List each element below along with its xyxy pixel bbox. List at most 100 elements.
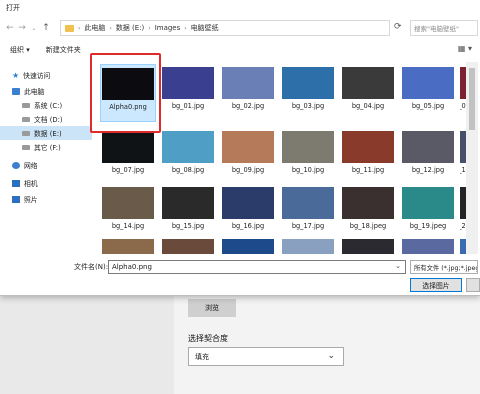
dialog-title: 打开 [6, 4, 20, 12]
new-folder-button[interactable]: 新建文件夹 [46, 45, 81, 55]
sidebar-item[interactable]: 相机 [0, 176, 92, 190]
back-arrow-icon[interactable]: ← [4, 23, 16, 33]
drive-icon [22, 130, 30, 136]
chevron-right-icon: › [184, 24, 187, 32]
file-item[interactable]: bg_11.jpg [340, 128, 396, 186]
sidebar-item-label: 数据 (E:) [34, 130, 62, 138]
file-item[interactable]: bg_08.jpg [160, 128, 216, 186]
chevron-right-icon: › [109, 24, 112, 32]
drive-icon [22, 144, 30, 150]
file-item[interactable]: bg_22.jpg [160, 236, 216, 254]
sidebar-item[interactable]: 文档 (D:) [0, 112, 92, 126]
file-item[interactable]: bg_17.jpg [280, 184, 336, 242]
file-thumbnail [102, 239, 154, 254]
file-name: bg_04.jpg [351, 102, 385, 110]
sidebar-item[interactable]: 系统 (C:) [0, 98, 92, 112]
breadcrumb-wallpapers[interactable]: 电脑壁纸 [191, 23, 219, 33]
search-input[interactable]: 搜索"电脑壁纸" [410, 20, 478, 36]
star-icon: ★ [12, 70, 20, 80]
chevron-down-icon[interactable]: ⌄ [395, 262, 401, 270]
file-thumbnail [102, 131, 154, 163]
file-thumbnail [222, 187, 274, 219]
select-image-button[interactable]: 选择图片 [410, 278, 462, 292]
refresh-icon[interactable]: ⟳ [394, 22, 402, 32]
file-thumbnail [222, 67, 274, 99]
file-grid: Alpha0.png bg_01.jpg bg_02.jpg bg_03.jpg bg_… [96, 62, 466, 254]
file-item[interactable]: bg_01.jpg [160, 64, 216, 122]
forward-arrow-icon[interactable]: → [16, 23, 28, 33]
file-item[interactable]: bg_15.jpg [160, 184, 216, 242]
up-arrow-icon[interactable]: ↑ [40, 23, 52, 33]
file-item[interactable]: bg_24.jpg [280, 236, 336, 254]
file-item[interactable]: Alpha0.png [100, 64, 156, 122]
file-item[interactable]: bg_09.jpg [220, 128, 276, 186]
sidebar-item-label: 文档 (D:) [34, 116, 63, 124]
file-thumbnail [342, 131, 394, 163]
file-thumbnail [162, 131, 214, 163]
sidebar-item[interactable]: 此电脑 [0, 84, 92, 98]
sidebar-item[interactable]: 其它 (F:) [0, 140, 92, 154]
file-item[interactable]: bg_12.jpg [400, 128, 456, 186]
computer-icon [12, 87, 20, 95]
file-name: bg_10.jpg [291, 166, 325, 174]
file-thumbnail [282, 187, 334, 219]
fit-select[interactable]: 填充 ⌄ [188, 347, 344, 366]
navigation-pane: ★ 快速访问此电脑 系统 (C:) 文档 (D:) 数据 (E:) 其它 (F:) 网络相机… [0, 62, 92, 252]
file-thumbnail [282, 67, 334, 99]
file-item[interactable]: bg_19.jpeg [400, 184, 456, 242]
file-thumbnail [282, 239, 334, 254]
file-thumbnail [402, 131, 454, 163]
breadcrumb-drive[interactable]: 数据 (E:) [116, 23, 144, 33]
file-thumbnail [162, 239, 214, 254]
chevron-right-icon: › [78, 24, 81, 32]
sidebar-item[interactable]: 网络 [0, 158, 92, 172]
scrollbar-thumb[interactable] [469, 68, 475, 130]
cancel-button[interactable] [466, 278, 480, 292]
photos-icon [12, 195, 20, 203]
file-name: bg_18.jpeg [349, 222, 387, 230]
file-item[interactable]: bg_25.jpg [340, 236, 396, 254]
file-name: bg_02.jpg [231, 102, 265, 110]
history-chevron-icon[interactable]: ⌄ [28, 25, 40, 32]
sidebar-item[interactable]: ★ 快速访问 [0, 68, 92, 82]
view-options-icon[interactable]: ▦ ▾ [458, 44, 472, 53]
drive-icon [22, 116, 30, 122]
file-thumbnail [342, 187, 394, 219]
file-item[interactable]: bg_10.jpg [280, 128, 336, 186]
file-item[interactable]: bg_14.jpg [100, 184, 156, 242]
filename-input[interactable]: Alpha0.png ⌄ [108, 260, 406, 274]
file-name: bg_16.jpg [231, 222, 265, 230]
open-file-dialog: 打开 ← → ⌄ ↑ › 此电脑 › 数据 (E:) › Images › 电脑… [0, 0, 480, 296]
file-item[interactable]: bg_05.jpg [400, 64, 456, 122]
file-item[interactable]: bg_16.jpg [220, 184, 276, 242]
file-name: Alpha0.png [109, 103, 147, 111]
file-item[interactable]: bg_03.jpg [280, 64, 336, 122]
file-item[interactable]: bg_18.jpeg [340, 184, 396, 242]
camera-icon [12, 179, 20, 187]
file-name: bg_14.jpg [111, 222, 145, 230]
filename-label: 文件名(N): [74, 263, 109, 271]
sidebar-item[interactable]: 数据 (E:) [0, 126, 92, 140]
organize-button[interactable]: 组织 ▾ [10, 45, 30, 55]
file-thumbnail [222, 131, 274, 163]
breadcrumb-images[interactable]: Images [155, 24, 181, 32]
sidebar-item-label: 相机 [24, 180, 38, 188]
vertical-scrollbar[interactable] [466, 62, 478, 254]
address-bar[interactable]: › 此电脑 › 数据 (E:) › Images › 电脑壁纸 [60, 20, 390, 36]
file-thumbnail [222, 239, 274, 254]
fit-select-value: 填充 [195, 352, 209, 361]
folder-icon [65, 24, 74, 32]
fit-label: 选择契合度 [188, 334, 228, 343]
file-item[interactable]: bg_26.jpg [400, 236, 456, 254]
file-name: bg_01.jpg [171, 102, 205, 110]
file-thumbnail [102, 187, 154, 219]
file-item[interactable]: bg_07.jpg [100, 128, 156, 186]
file-item[interactable]: bg_04.jpg [340, 64, 396, 122]
breadcrumb-pc[interactable]: 此电脑 [84, 23, 105, 33]
file-item[interactable]: bg_02.jpg [220, 64, 276, 122]
file-item[interactable]: bg_21.jpg [100, 236, 156, 254]
browse-button[interactable]: 浏览 [188, 299, 236, 317]
sidebar-item[interactable]: 照片 [0, 192, 92, 206]
file-item[interactable]: bg_23.jpg [220, 236, 276, 254]
filetype-select[interactable]: 所有文件 (*.jpg;*.jpeg; [410, 260, 478, 274]
